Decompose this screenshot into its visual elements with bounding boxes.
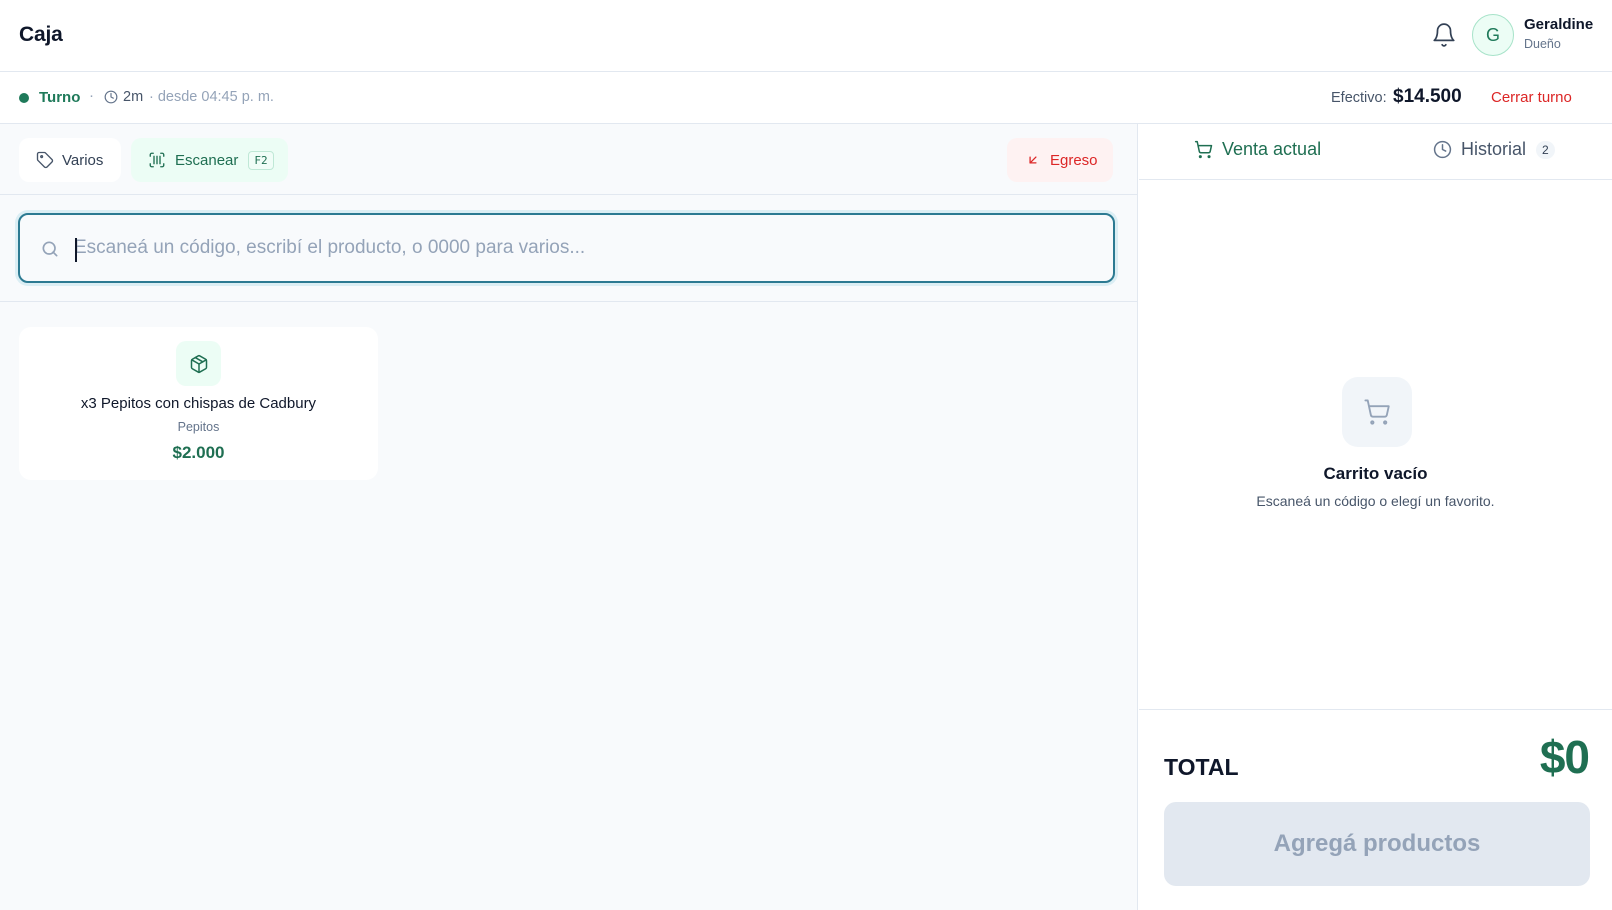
search-section bbox=[0, 196, 1138, 302]
separator-dot: · bbox=[89, 87, 94, 104]
misc-item-button[interactable]: Varios bbox=[19, 138, 121, 182]
bell-icon[interactable] bbox=[1431, 22, 1457, 48]
product-category: Pepitos bbox=[177, 420, 220, 434]
cart-panel: Venta actual Historial 2 Carrito vacío E… bbox=[1139, 124, 1612, 910]
total-value: $0 bbox=[1539, 731, 1590, 783]
shift-start-time: · desde 04:45 p. m. bbox=[149, 89, 274, 105]
page-title: Caja bbox=[19, 23, 63, 46]
avatar-initial: G bbox=[1485, 24, 1500, 45]
search-icon bbox=[40, 239, 60, 259]
barcode-scan-icon bbox=[148, 151, 166, 169]
shift-label: Turno bbox=[39, 89, 81, 106]
cash-out-label: Egreso bbox=[1050, 151, 1098, 169]
search-input[interactable] bbox=[74, 229, 1094, 267]
checkout-button[interactable]: Agregá productos bbox=[1164, 802, 1590, 886]
empty-cart-icon bbox=[1342, 377, 1412, 447]
clock-icon bbox=[104, 90, 118, 104]
scan-button-label: Escanear bbox=[175, 151, 239, 169]
top-header: Caja G Geraldine Dueño bbox=[0, 0, 1612, 72]
cash-label: Efectivo: bbox=[1331, 90, 1387, 106]
total-label: TOTAL bbox=[1164, 754, 1239, 780]
tag-icon bbox=[36, 151, 54, 169]
package-icon bbox=[176, 341, 221, 386]
avatar[interactable]: G bbox=[1472, 14, 1514, 56]
arrow-down-left-icon bbox=[1026, 153, 1040, 167]
cart-icon bbox=[1194, 140, 1213, 159]
search-box bbox=[18, 213, 1115, 283]
scan-button[interactable]: Escanear F2 bbox=[131, 138, 288, 182]
history-count-badge: 2 bbox=[1536, 140, 1555, 159]
shift-status-dot bbox=[19, 93, 29, 103]
cash-value: $14.500 bbox=[1393, 86, 1462, 107]
cart-tabs: Venta actual Historial 2 bbox=[1139, 124, 1612, 180]
cash-out-button[interactable]: Egreso bbox=[1007, 138, 1113, 182]
misc-item-label: Varios bbox=[62, 151, 104, 169]
tab-history-label: Historial bbox=[1461, 139, 1527, 159]
product-card[interactable]: x3 Pepitos con chispas de Cadbury Pepito… bbox=[19, 327, 378, 480]
close-shift-link[interactable]: Cerrar turno bbox=[1491, 89, 1572, 106]
shift-status-bar: Turno · 2m · desde 04:45 p. m. Efectivo:… bbox=[0, 72, 1612, 124]
tab-history[interactable]: Historial 2 bbox=[1433, 139, 1555, 160]
tab-current-sale[interactable]: Venta actual bbox=[1194, 139, 1321, 160]
tab-current-sale-label: Venta actual bbox=[1222, 139, 1322, 159]
clock-icon bbox=[1433, 140, 1452, 159]
text-caret bbox=[75, 238, 77, 262]
user-name: Geraldine bbox=[1524, 16, 1594, 33]
shift-elapsed-time: 2m bbox=[123, 89, 144, 105]
action-toolbar: Varios Escanear F2 Egreso bbox=[0, 124, 1138, 195]
empty-cart-subtitle: Escaneá un código o elegí un favorito. bbox=[1256, 493, 1495, 509]
empty-cart-title: Carrito vacío bbox=[1323, 464, 1428, 483]
shortcut-hint: F2 bbox=[248, 150, 274, 170]
product-price: $2.000 bbox=[172, 443, 225, 462]
user-role: Dueño bbox=[1524, 37, 1561, 51]
pos-main-panel: Varios Escanear F2 Egreso Escaneá un cód… bbox=[0, 124, 1138, 910]
cart-footer: TOTAL $0 Agregá productos bbox=[1139, 709, 1612, 910]
product-name: x3 Pepitos con chispas de Cadbury bbox=[80, 395, 317, 412]
